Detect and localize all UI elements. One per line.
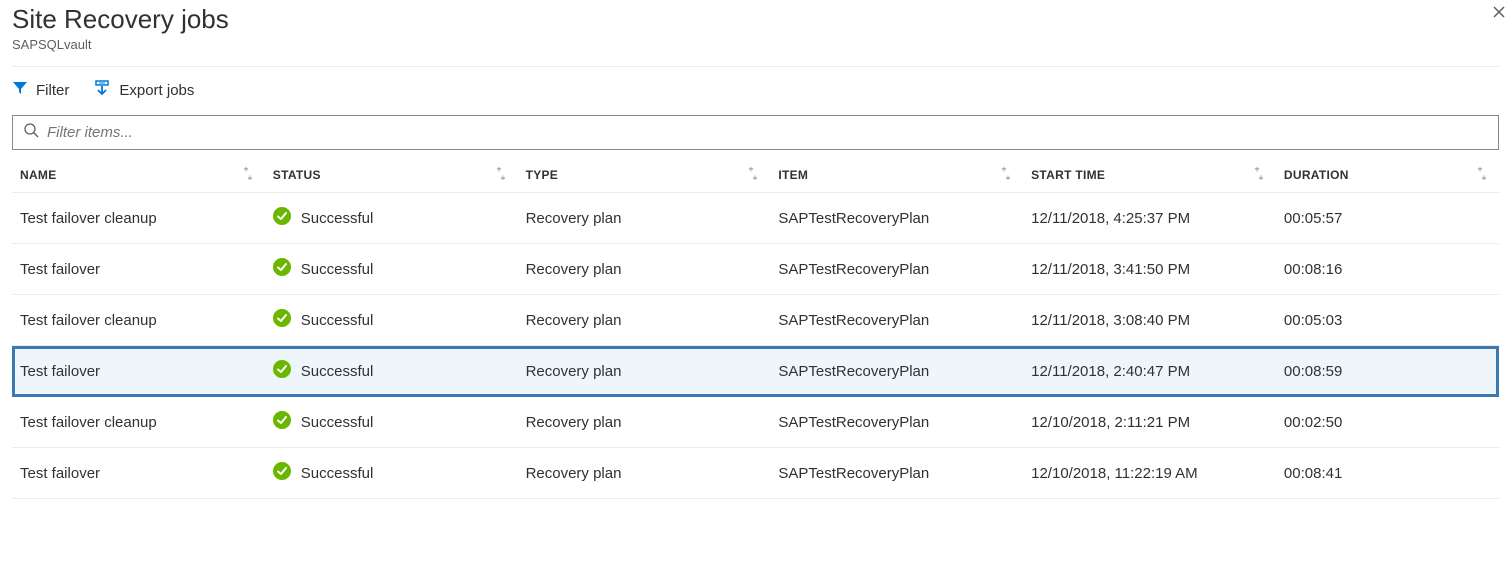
cell-duration: 00:05:57 [1276,193,1499,244]
cell-status: Successful [265,193,518,244]
page-title: Site Recovery jobs [12,4,1499,35]
cell-start: 12/11/2018, 2:40:47 PM [1023,346,1276,397]
status-text: Successful [301,261,374,278]
col-header-type-label: TYPE [526,168,559,182]
cell-type: Recovery plan [518,397,771,448]
cell-duration: 00:08:59 [1276,346,1499,397]
success-icon [273,360,291,382]
search-icon [23,122,39,143]
cell-item: SAPTestRecoveryPlan [770,346,1023,397]
cell-item: SAPTestRecoveryPlan [770,295,1023,346]
filter-input[interactable] [39,123,1488,142]
table-row[interactable]: Test failover Successful Recovery planSAPT… [12,448,1499,499]
table-header-row: NAME STATUS TYPE ITEM START TIME [12,158,1499,193]
toolbar: Filter Export jobs [12,71,1499,115]
cell-status: Successful [265,448,518,499]
cell-status: Successful [265,346,518,397]
col-header-name[interactable]: NAME [12,158,265,193]
cell-start: 12/11/2018, 3:08:40 PM [1023,295,1276,346]
col-header-item-label: ITEM [778,168,808,182]
sort-icon [243,168,253,183]
cell-item: SAPTestRecoveryPlan [770,244,1023,295]
cell-start: 12/11/2018, 3:41:50 PM [1023,244,1276,295]
export-icon [93,79,111,101]
cell-duration: 00:02:50 [1276,397,1499,448]
divider [12,66,1499,67]
cell-name: Test failover cleanup [12,295,265,346]
table-row[interactable]: Test failover cleanup Successful Recovery … [12,295,1499,346]
col-header-status[interactable]: STATUS [265,158,518,193]
sort-icon [1001,168,1011,183]
cell-type: Recovery plan [518,193,771,244]
sort-icon [496,168,506,183]
export-button[interactable]: Export jobs [93,79,194,101]
cell-item: SAPTestRecoveryPlan [770,193,1023,244]
status-text: Successful [301,465,374,482]
funnel-icon [12,80,28,100]
cell-name: Test failover cleanup [12,397,265,448]
cell-duration: 00:08:41 [1276,448,1499,499]
sort-icon [748,168,758,183]
page-subtitle: SAPSQLvault [12,37,1499,52]
cell-type: Recovery plan [518,244,771,295]
cell-item: SAPTestRecoveryPlan [770,397,1023,448]
cell-status: Successful [265,244,518,295]
cell-status: Successful [265,295,518,346]
cell-start: 12/10/2018, 11:22:19 AM [1023,448,1276,499]
close-icon[interactable] [1491,4,1507,25]
cell-start: 12/11/2018, 4:25:37 PM [1023,193,1276,244]
status-text: Successful [301,312,374,329]
cell-start: 12/10/2018, 2:11:21 PM [1023,397,1276,448]
cell-name: Test failover [12,448,265,499]
filter-button[interactable]: Filter [12,80,69,100]
filter-box[interactable] [12,115,1499,150]
status-text: Successful [301,414,374,431]
jobs-table: NAME STATUS TYPE ITEM START TIME [12,158,1499,499]
cell-type: Recovery plan [518,295,771,346]
cell-type: Recovery plan [518,346,771,397]
cell-name: Test failover [12,244,265,295]
col-header-name-label: NAME [20,168,57,182]
cell-name: Test failover [12,346,265,397]
table-row[interactable]: Test failover cleanup Successful Recovery … [12,193,1499,244]
cell-item: SAPTestRecoveryPlan [770,448,1023,499]
table-body: Test failover cleanup Successful Recovery … [12,193,1499,499]
cell-status: Successful [265,397,518,448]
success-icon [273,207,291,229]
table-row[interactable]: Test failover Successful Recovery planSAPT… [12,346,1499,397]
col-header-start[interactable]: START TIME [1023,158,1276,193]
cell-duration: 00:05:03 [1276,295,1499,346]
col-header-duration-label: DURATION [1284,168,1349,182]
cell-type: Recovery plan [518,448,771,499]
export-label: Export jobs [119,82,194,99]
col-header-duration[interactable]: DURATION [1276,158,1499,193]
table-row[interactable]: Test failover cleanup Successful Recovery … [12,397,1499,448]
success-icon [273,258,291,280]
status-text: Successful [301,363,374,380]
sort-icon [1477,168,1487,183]
cell-duration: 00:08:16 [1276,244,1499,295]
success-icon [273,309,291,331]
col-header-status-label: STATUS [273,168,321,182]
page-header: Site Recovery jobs SAPSQLvault [12,0,1499,60]
sort-icon [1254,168,1264,183]
cell-name: Test failover cleanup [12,193,265,244]
filter-label: Filter [36,82,69,99]
success-icon [273,462,291,484]
col-header-type[interactable]: TYPE [518,158,771,193]
success-icon [273,411,291,433]
status-text: Successful [301,210,374,227]
table-row[interactable]: Test failover Successful Recovery planSAPT… [12,244,1499,295]
col-header-item[interactable]: ITEM [770,158,1023,193]
col-header-start-label: START TIME [1031,168,1105,182]
